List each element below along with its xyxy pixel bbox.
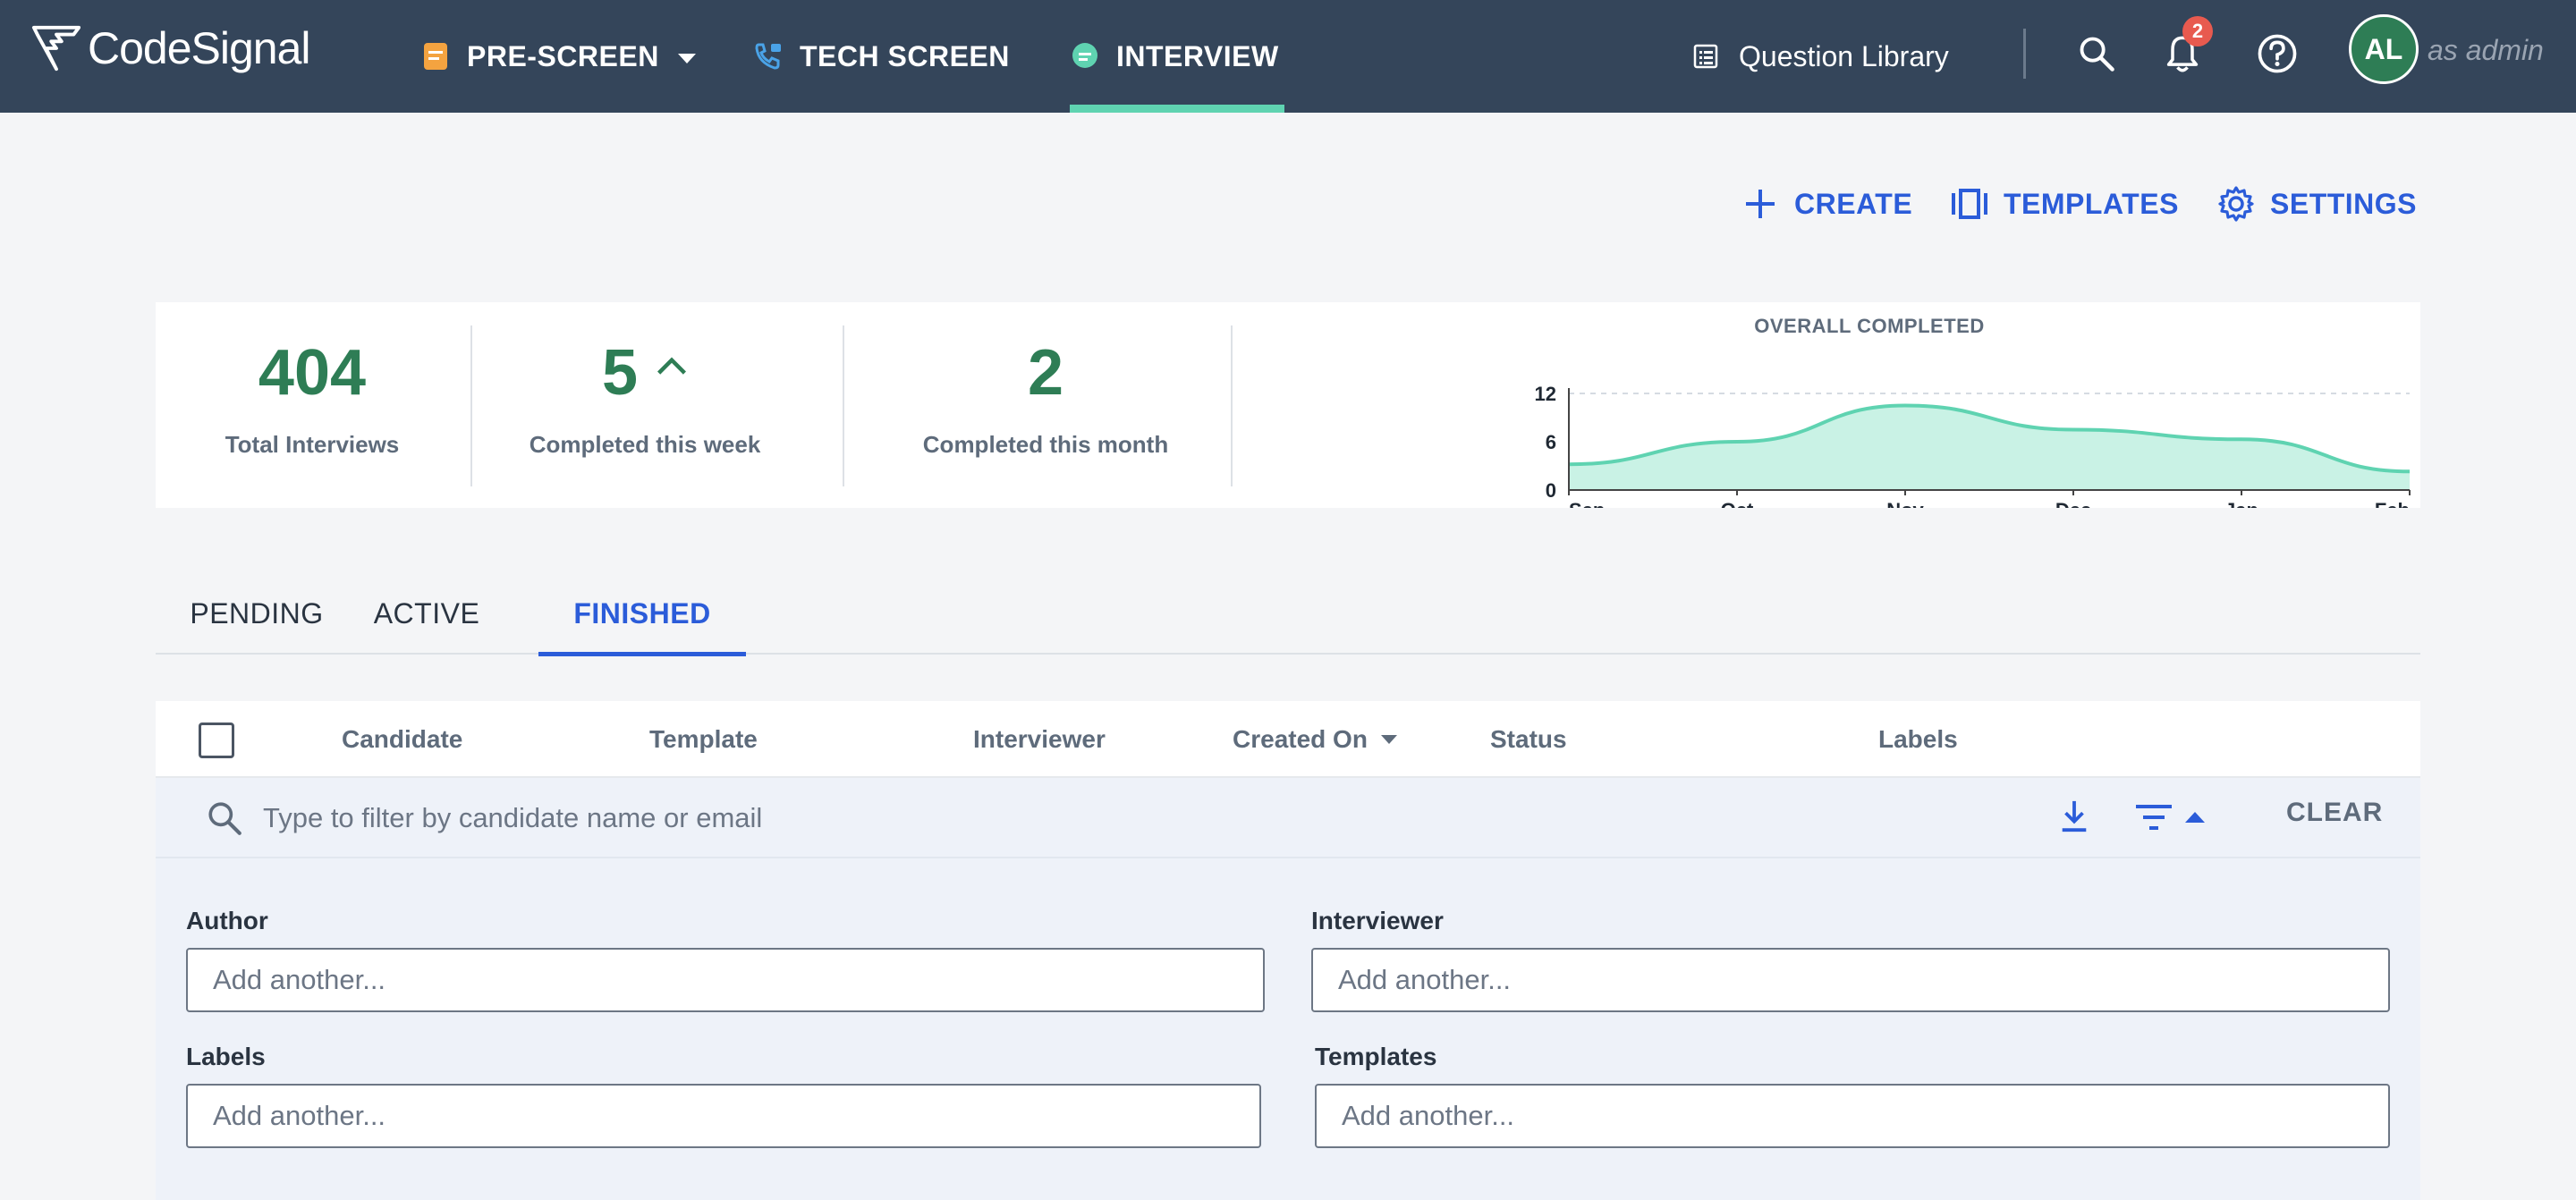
completed-month-label: Completed this month	[922, 431, 1169, 458]
chevron-up-icon	[657, 357, 687, 375]
document-icon	[420, 41, 451, 72]
search-icon	[208, 802, 242, 835]
chevron-down-icon	[675, 40, 699, 73]
filter-bar: CLEAR	[156, 778, 2420, 858]
interviewer-filter-label: Interviewer	[1311, 907, 1444, 934]
avatar[interactable]: AL	[2349, 14, 2419, 84]
stat-completed-month: 2 Completed this month	[862, 302, 1229, 508]
completed-week-label: Completed this week	[529, 431, 761, 458]
column-interviewer[interactable]: Interviewer	[973, 701, 1106, 778]
clear-button[interactable]: CLEAR	[2286, 798, 2383, 828]
phone-icon	[753, 41, 784, 72]
completed-week-number: 5	[601, 337, 639, 409]
nav-divider	[2023, 29, 2026, 79]
templates-icon	[1952, 189, 1987, 219]
question-library-label: Question Library	[1739, 39, 1949, 72]
x-tick-label: Sep	[1569, 499, 1605, 508]
templates-label: TEMPLATES	[2004, 187, 2179, 220]
templates-input[interactable]	[1315, 1084, 2390, 1148]
create-label: CREATE	[1794, 187, 1913, 220]
stat-divider	[470, 325, 472, 486]
y-tick-label: 0	[1546, 479, 1556, 502]
tab-finished[interactable]: FINISHED	[538, 572, 746, 656]
labels-filter-label: Labels	[186, 1043, 266, 1070]
help-button[interactable]	[2250, 27, 2304, 80]
stat-divider	[843, 325, 844, 486]
overall-completed-chart: 0 6 12 Sep Oct Nov Dec Jan Feb	[1535, 383, 2411, 508]
filter-toggle-button[interactable]	[2134, 801, 2206, 833]
download-icon	[2062, 800, 2087, 832]
search-button[interactable]	[2070, 27, 2123, 80]
templates-button[interactable]: TEMPLATES	[1950, 179, 2179, 229]
status-tabs: PENDING ACTIVE FINISHED	[156, 572, 2420, 656]
plus-icon	[1746, 190, 1775, 218]
filter-icon	[2136, 805, 2172, 830]
completed-week-value: 5	[488, 336, 801, 410]
x-tick-label: Jan	[2224, 499, 2258, 508]
search-input[interactable]	[263, 796, 1962, 841]
settings-label: SETTINGS	[2270, 187, 2418, 220]
total-interviews-value: 404	[258, 337, 367, 409]
templates-filter-label: Templates	[1315, 1043, 1437, 1070]
x-tick-label: Oct	[1721, 499, 1754, 508]
chat-icon	[1070, 41, 1100, 72]
author-input[interactable]	[186, 948, 1265, 1012]
completed-month-value: 2	[1027, 337, 1064, 409]
stats-card: 404 Total Interviews 5 Completed this we…	[156, 302, 2420, 508]
y-tick-label: 12	[1535, 383, 1556, 405]
codesignal-logo[interactable]: CodeSignal	[30, 21, 311, 75]
tab-active[interactable]: ACTIVE	[358, 572, 496, 655]
select-all-checkbox[interactable]	[199, 723, 234, 758]
tab-interview-label: INTERVIEW	[1116, 39, 1279, 72]
tab-pending[interactable]: PENDING	[156, 572, 358, 655]
tab-pre-screen-label: PRE-SCREEN	[467, 39, 659, 72]
download-button[interactable]	[2057, 798, 2091, 840]
y-tick-label: 6	[1546, 431, 1556, 453]
stat-total-interviews: 404 Total Interviews	[174, 302, 451, 508]
labels-input[interactable]	[186, 1084, 1261, 1148]
x-tick-label: Feb	[2375, 499, 2410, 508]
stat-completed-week: 5 Completed this week	[488, 302, 801, 508]
list-icon	[1692, 43, 1719, 70]
caret-up-icon	[2185, 812, 2205, 823]
column-status[interactable]: Status	[1490, 701, 1567, 778]
column-created-on[interactable]: Created On	[1233, 701, 1398, 778]
tab-interview[interactable]: INTERVIEW	[1070, 0, 1284, 113]
role-label: as admin	[2428, 34, 2544, 66]
tab-pre-screen[interactable]: PRE-SCREEN	[420, 0, 699, 113]
tab-tech-screen-label: TECH SCREEN	[800, 39, 1010, 72]
column-candidate[interactable]: Candidate	[342, 701, 462, 778]
logo-text: CodeSignal	[88, 23, 311, 73]
sort-down-icon	[1380, 735, 1397, 744]
gear-icon	[2218, 186, 2254, 222]
x-tick-label: Dec	[2055, 499, 2091, 508]
interviewer-input[interactable]	[1311, 948, 2390, 1012]
help-icon	[2258, 34, 2297, 73]
logo-icon	[31, 25, 81, 72]
stat-divider	[1231, 325, 1233, 486]
tab-tech-screen[interactable]: TECH SCREEN	[753, 0, 1010, 113]
settings-button[interactable]: SETTINGS	[2216, 179, 2417, 229]
search-icon	[2080, 37, 2114, 72]
advanced-filters: Author Interviewer Labels Templates	[156, 858, 2420, 1200]
column-labels[interactable]: Labels	[1878, 701, 1958, 778]
table-header: Candidate Template Interviewer Created O…	[156, 701, 2420, 778]
total-interviews-label: Total Interviews	[225, 431, 400, 458]
create-button[interactable]: CREATE	[1741, 179, 1912, 229]
chart-title: OVERALL COMPLETED	[1754, 315, 1985, 337]
question-library-link[interactable]: Question Library	[1692, 0, 1949, 113]
top-navigation: CodeSignal PRE-SCREEN TECH SCREEN INTERV…	[0, 0, 2576, 113]
notification-badge: 2	[2182, 16, 2213, 46]
column-created-on-label: Created On	[1233, 725, 1368, 753]
column-template[interactable]: Template	[649, 701, 758, 778]
x-tick-label: Nov	[1886, 499, 1924, 508]
author-label: Author	[186, 907, 268, 934]
